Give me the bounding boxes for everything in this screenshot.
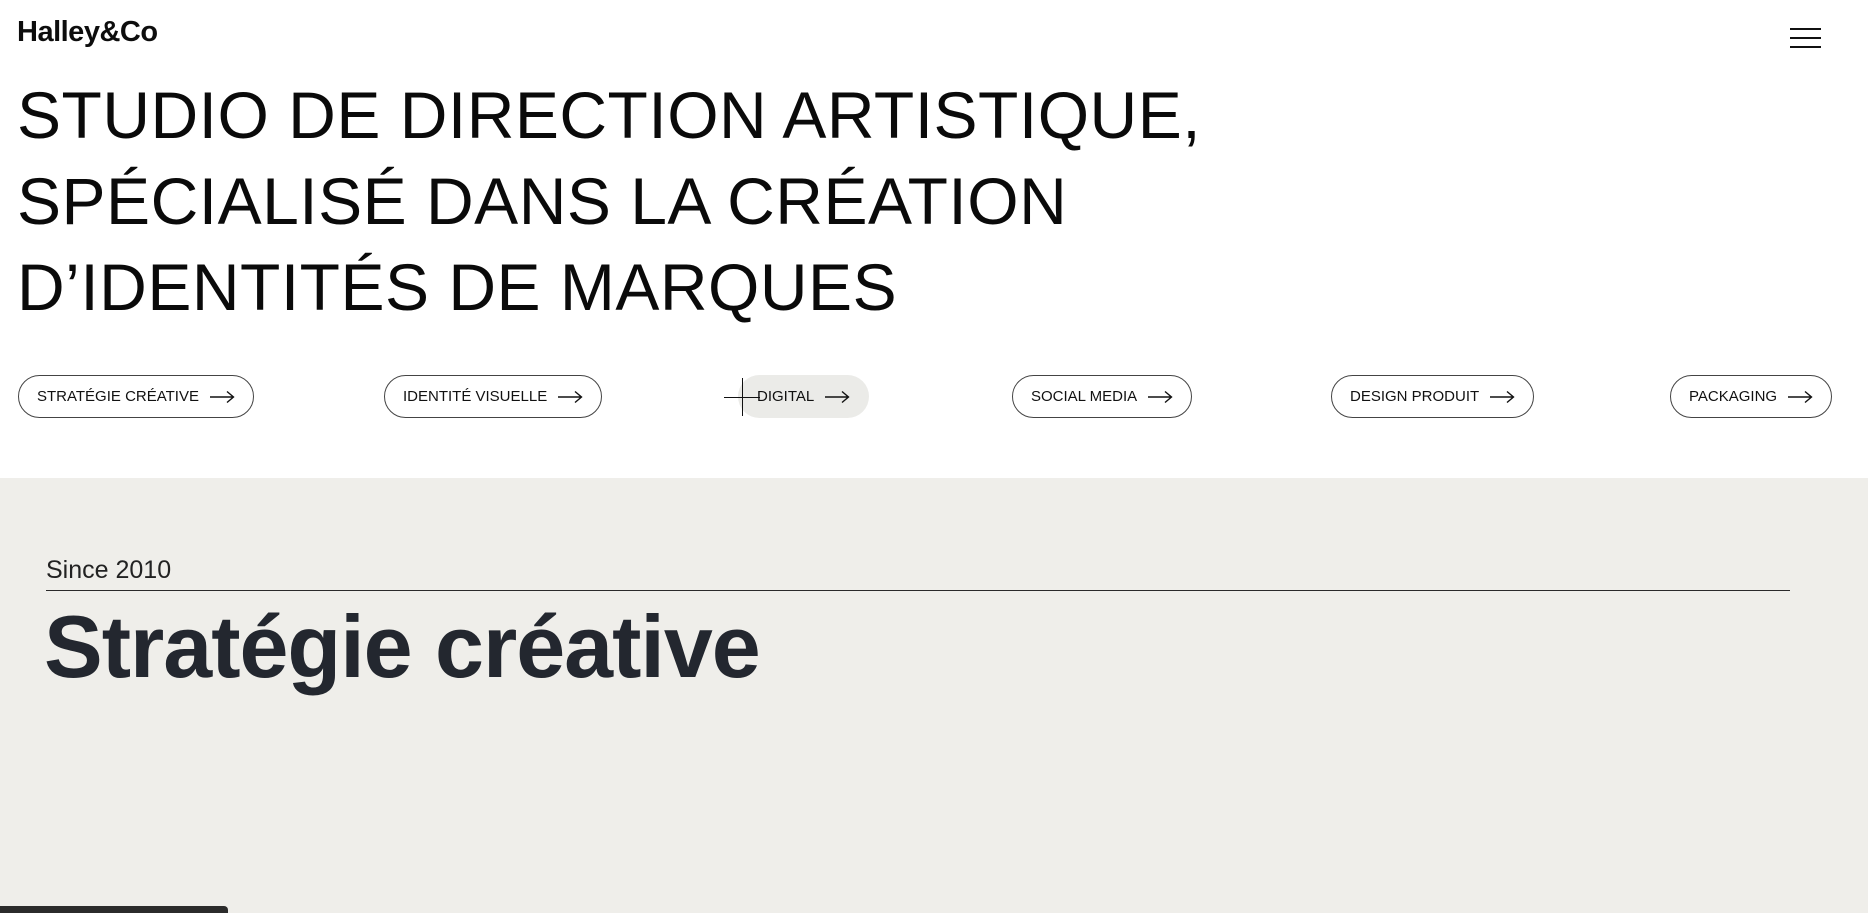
arrow-right-icon: [209, 390, 235, 403]
menu-line: [1790, 37, 1821, 39]
service-label: DESIGN PRODUIT: [1350, 388, 1480, 405]
service-button-identite-visuelle[interactable]: IDENTITÉ VISUELLE: [384, 375, 603, 418]
arrow-right-icon: [1490, 390, 1515, 403]
hero-line: SPÉCIALISÉ DANS LA CRÉATION: [17, 164, 1068, 238]
hero-line: D’IDENTITÉS DE MARQUES: [17, 250, 898, 324]
section-title: Stratégie créative: [44, 597, 761, 696]
service-label: DIGITAL: [757, 388, 815, 405]
service-label: SOCIAL MEDIA: [1031, 388, 1138, 405]
service-button-social-media[interactable]: SOCIAL MEDIA: [1012, 375, 1193, 418]
arrow-right-icon: [825, 390, 850, 403]
divider: [46, 590, 1790, 591]
hamburger-menu-icon[interactable]: [1790, 28, 1822, 50]
status-bar: [0, 906, 228, 913]
service-button-strategie-creative[interactable]: STRATÉGIE CRÉATIVE: [18, 375, 254, 418]
menu-line: [1790, 28, 1821, 30]
arrow-right-icon: [558, 390, 583, 403]
services-nav: STRATÉGIE CRÉATIVE IDENTITÉ VISUELLE DIG…: [0, 375, 1868, 419]
logo[interactable]: Halley&Co: [17, 16, 158, 49]
hero-heading: STUDIO DE DIRECTION ARTISTIQUE, SPÉCIALI…: [17, 72, 1217, 330]
strategy-section: Since 2010 Stratégie créative: [0, 478, 1868, 913]
service-label: PACKAGING: [1689, 388, 1778, 405]
service-button-design-produit[interactable]: DESIGN PRODUIT: [1331, 375, 1535, 418]
service-button-packaging[interactable]: PACKAGING: [1670, 375, 1833, 418]
hero-line: STUDIO DE DIRECTION ARTISTIQUE,: [17, 78, 1202, 152]
service-label: IDENTITÉ VISUELLE: [403, 388, 548, 405]
site-header: Halley&Co: [0, 0, 1868, 70]
menu-line: [1790, 46, 1821, 48]
since-label: Since 2010: [46, 556, 172, 584]
crosshair-cursor-icon: [724, 397, 760, 398]
service-label: STRATÉGIE CRÉATIVE: [37, 388, 199, 405]
arrow-right-icon: [1148, 390, 1173, 403]
arrow-right-icon: [1788, 390, 1813, 403]
